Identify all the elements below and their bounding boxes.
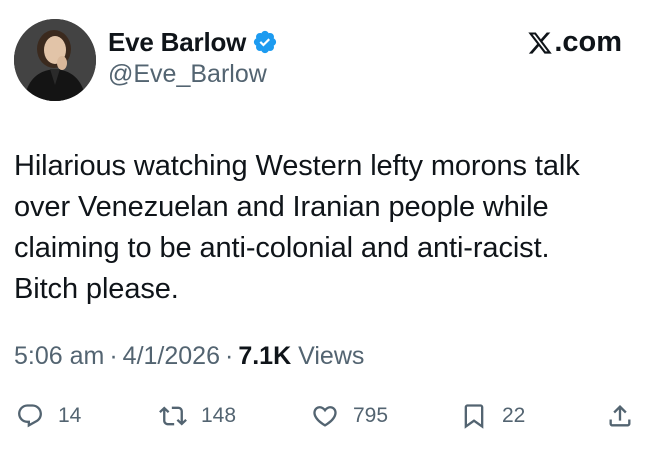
author-name[interactable]: Eve Barlow: [108, 27, 246, 58]
bookmark-icon: [464, 404, 484, 429]
tweet-line: Bitch please.: [14, 273, 179, 305]
share-button[interactable]: [606, 398, 634, 434]
like-button[interactable]: 795: [311, 398, 388, 434]
author-name-row: Eve Barlow: [108, 24, 278, 60]
retweet-icon: [159, 406, 187, 426]
tweet-time[interactable]: 5:06 am: [14, 342, 104, 371]
tweet-line: Hilarious watching Western lefty morons …: [14, 150, 580, 182]
tweet-text: Hilarious watching Western lefty morons …: [14, 146, 634, 310]
brand-label: .com: [527, 26, 622, 59]
author-handle[interactable]: @Eve_Barlow: [108, 60, 267, 89]
x-logo-icon: [528, 31, 553, 54]
meta-separator: ·: [225, 342, 234, 370]
tweet-line: claiming to be anti-colonial and anti-ra…: [14, 232, 550, 264]
tweet-date[interactable]: 4/1/2026: [123, 342, 220, 371]
tweet-meta: 5:06 am · 4/1/2026 · 7.1K Views: [14, 342, 364, 371]
avatar-photo-icon: [14, 19, 96, 101]
reply-icon: [18, 404, 42, 428]
views-count[interactable]: 7.1K: [238, 342, 291, 371]
tweet-line: over Venezuelan and Iranian people while: [14, 191, 549, 223]
action-bar: 14 148 795 22: [14, 398, 638, 434]
heart-icon: [313, 406, 337, 427]
retweet-count: 148: [201, 404, 237, 427]
reply-button[interactable]: 14: [16, 398, 81, 434]
bookmark-button[interactable]: 22: [460, 398, 525, 434]
verified-badge-icon: [254, 30, 277, 54]
like-count: 795: [353, 404, 389, 427]
share-icon: [609, 405, 631, 427]
retweet-button[interactable]: 148: [159, 398, 236, 434]
reply-count: 14: [58, 404, 82, 427]
brand-domain-text: .com: [554, 26, 622, 58]
avatar[interactable]: [14, 19, 96, 101]
views-label: Views: [298, 342, 365, 370]
bookmark-count: 22: [502, 404, 526, 427]
meta-separator: ·: [109, 342, 118, 370]
